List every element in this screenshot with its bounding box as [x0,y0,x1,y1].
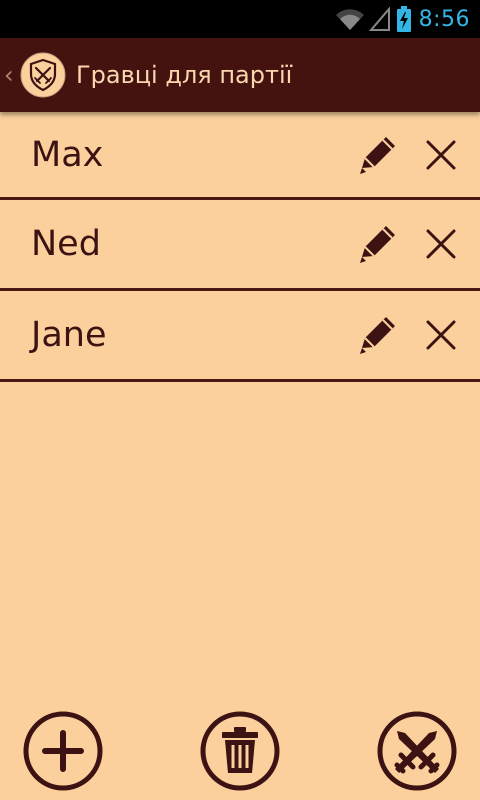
status-clock: 8:56 [418,6,470,32]
player-name: Max [31,134,104,175]
pencil-icon[interactable] [356,223,398,265]
add-player-button[interactable] [23,711,103,791]
pencil-icon[interactable] [356,314,398,356]
list-item[interactable]: Jane [0,291,480,382]
up-navigation-caret[interactable]: ‹ [4,61,18,89]
player-name: Jane [31,315,107,355]
player-list: Max Ned Jane [0,112,480,382]
battery-charging-icon [396,6,411,32]
status-bar: 8:56 [0,0,480,38]
player-name: Ned [31,224,101,264]
pencil-icon[interactable] [356,134,398,176]
list-item[interactable]: Ned [0,200,480,291]
shield-crossed-swords-icon[interactable] [20,52,66,98]
list-item[interactable]: Max [0,112,480,200]
close-icon[interactable] [424,227,458,261]
close-icon[interactable] [424,138,458,172]
close-icon[interactable] [424,318,458,352]
start-game-button[interactable] [377,711,457,791]
action-bar: ‹ Гравці для партії [0,38,480,112]
signal-icon [368,7,390,31]
screen-title: Гравці для партії [76,61,293,89]
wifi-icon [335,9,364,30]
delete-all-button[interactable] [200,711,280,791]
